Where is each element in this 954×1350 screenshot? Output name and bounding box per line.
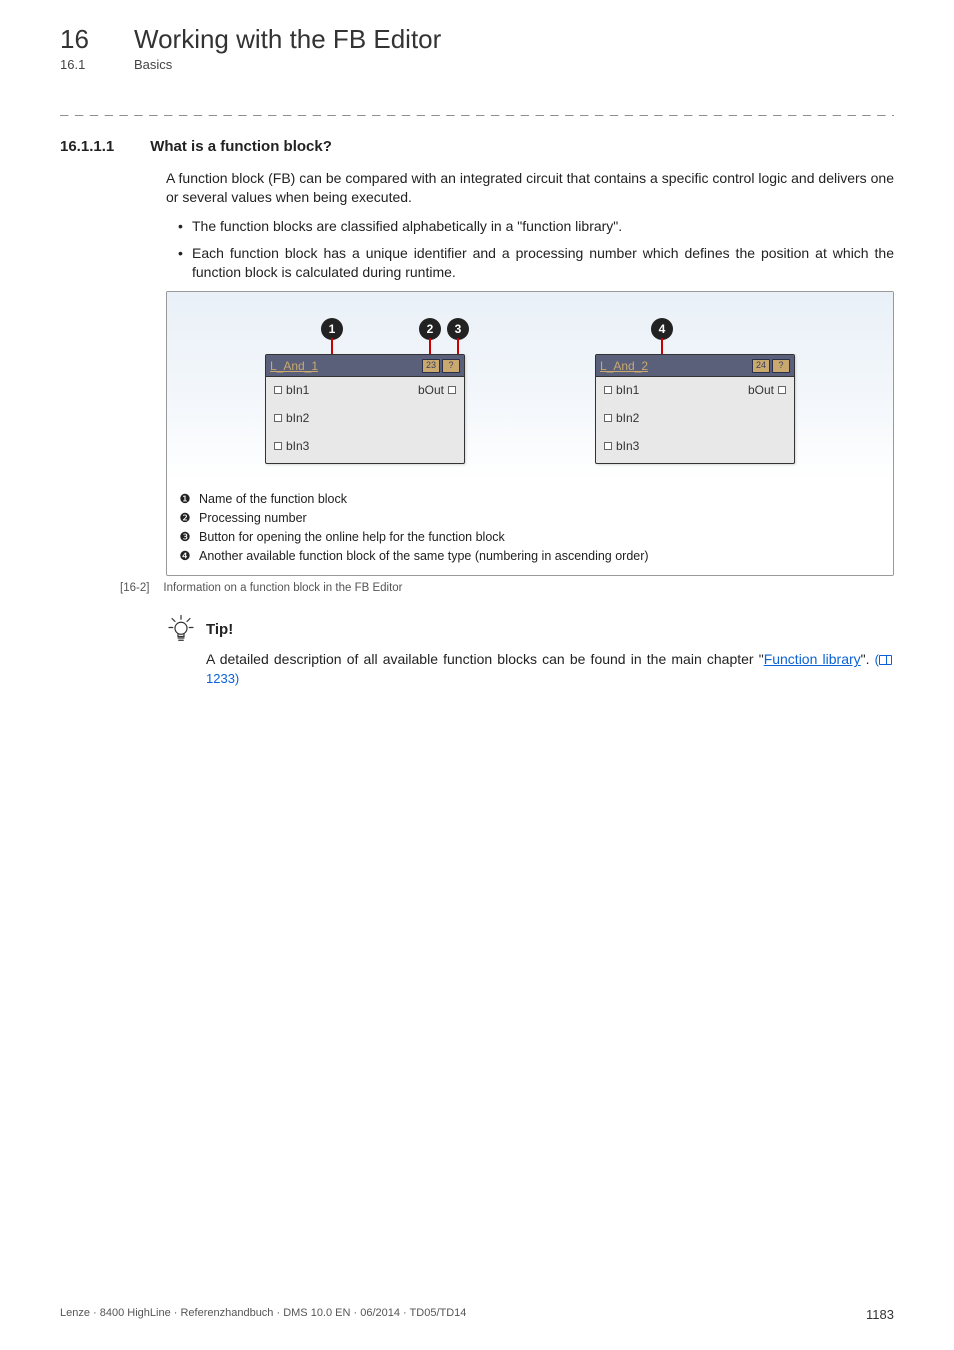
callout-4-badge: 4 [651,318,673,340]
fb1-outputs: bOut [365,377,464,463]
chapter-header: 16 Working with the FB Editor [60,24,894,55]
figure-caption-label: [16-2] [120,582,149,594]
fb1-inputs: bIn1 bIn2 bIn3 [266,377,365,463]
legend-text-2: Processing number [199,509,307,528]
footer-page-number: 1183 [866,1307,894,1322]
figure-box: 1 2 3 L_And_1 23 ? [166,291,894,576]
fb2-inputs: bIn1 bIn2 bIn3 [596,377,695,463]
separator-dashes: _ _ _ _ _ _ _ _ _ _ _ _ _ _ _ _ _ _ _ _ … [60,100,894,116]
function-block-1: L_And_1 23 ? bIn1 bIn2 bIn3 b [265,354,465,464]
function-block-2: L_And_2 24 ? bIn1 bIn2 bIn3 b [595,354,795,464]
fb1-help-button[interactable]: ? [442,359,460,373]
tip-text-post: ". [861,651,875,667]
footer-left: Lenze · 8400 HighLine · Referenzhandbuch… [60,1307,466,1322]
callout-2-badge: 2 [419,318,441,340]
legend-text-1: Name of the function block [199,490,347,509]
page-ref-num: 1233) [206,671,239,686]
section-title: Basics [134,57,172,72]
fb2-in1: bIn1 [604,383,687,397]
intro-paragraph: A function block (FB) can be compared wi… [166,169,894,207]
function-block-2-wrap: 4 L_And_2 24 ? bIn1 bIn2 [595,320,795,464]
tip-label: Tip! [206,621,233,638]
fb2-in2: bIn2 [604,411,687,425]
fb2-out: bOut [703,383,786,397]
function-library-link[interactable]: Function library [764,651,861,667]
tip-block: Tip! A detailed description of all avail… [166,614,894,688]
bullet-item: Each function block has a unique identif… [178,244,894,282]
fb2-in3: bIn3 [604,439,687,453]
legend-text-3: Button for opening the online help for t… [199,528,505,547]
fb1-title: L_And_1 [270,359,318,373]
subsection-number: 16.1.1.1 [60,138,114,155]
chapter-title: Working with the FB Editor [134,24,441,55]
lightbulb-icon [166,614,196,644]
callout-1-badge: 1 [321,318,343,340]
fb2-outputs: bOut [695,377,794,463]
bullet-item: The function blocks are classified alpha… [178,217,894,236]
figure-graphic-area: 1 2 3 L_And_1 23 ? [167,292,893,482]
fb1-out: bOut [373,383,456,397]
fb2-help-button[interactable]: ? [772,359,790,373]
book-icon [879,655,892,665]
figure-legend: ❶ Name of the function block ❷ Processing … [167,482,893,575]
figure-caption-text: Information on a function block in the F… [163,582,402,594]
fb1-header: L_And_1 23 ? [266,355,464,377]
legend-sym-1: ❶ [177,490,193,509]
fb1-in1: bIn1 [274,383,357,397]
chapter-number: 16 [60,24,100,55]
legend-text-4: Another available function block of the … [199,547,649,566]
legend-sym-4: ❹ [177,547,193,566]
section-number: 16.1 [60,57,100,72]
fb2-proc-button[interactable]: 24 [752,359,770,373]
fb1-proc-button[interactable]: 23 [422,359,440,373]
legend-sym-3: ❸ [177,528,193,547]
page-footer: Lenze · 8400 HighLine · Referenzhandbuch… [60,1307,894,1322]
legend-sym-2: ❷ [177,509,193,528]
figure-caption: [16-2] Information on a function block i… [120,582,894,594]
subsection-title: What is a function block? [150,138,332,155]
fb2-header: L_And_2 24 ? [596,355,794,377]
fb1-in2: bIn2 [274,411,357,425]
function-block-1-wrap: 1 2 3 L_And_1 23 ? [265,320,465,464]
fb2-title: L_And_2 [600,359,648,373]
callout-3-badge: 3 [447,318,469,340]
tip-text-pre: A detailed description of all available … [206,651,764,667]
section-header: 16.1 Basics [60,57,894,72]
fb1-in3: bIn3 [274,439,357,453]
bullet-list: The function blocks are classified alpha… [166,217,894,282]
subsection-header: 16.1.1.1 What is a function block? [60,138,894,155]
tip-body: A detailed description of all available … [206,650,894,688]
